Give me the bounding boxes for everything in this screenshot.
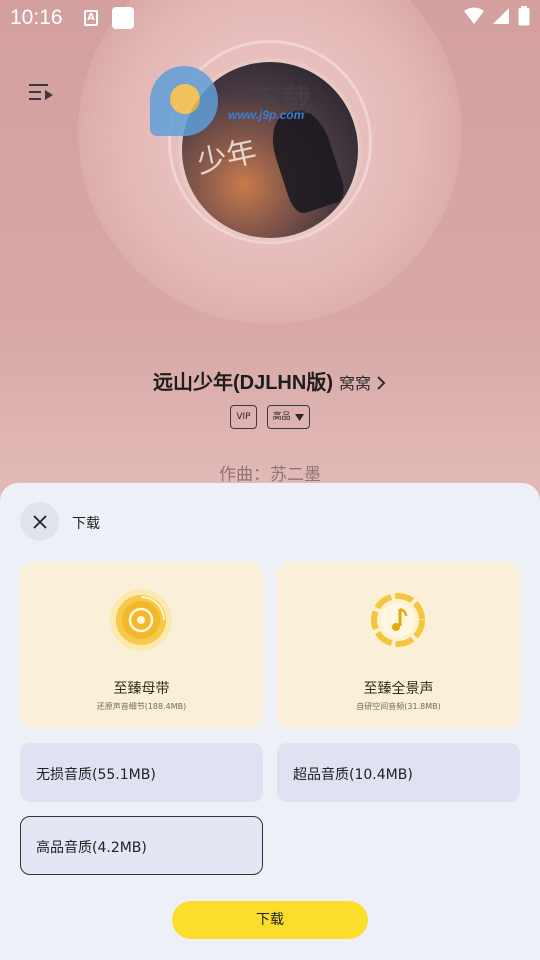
master-tape-subtitle: 还原声音细节(188.4MB) bbox=[96, 702, 187, 711]
status-a-badge: A bbox=[84, 10, 98, 26]
status-notification-icon bbox=[112, 7, 134, 29]
super-quality-option[interactable]: 超品音质(10.4MB) bbox=[277, 743, 520, 802]
quality-label: 高品 bbox=[272, 412, 291, 422]
signal-icon bbox=[493, 8, 509, 24]
download-button[interactable]: 下载 bbox=[172, 901, 368, 939]
super-quality-label: 超品音质(10.4MB) bbox=[293, 767, 413, 783]
surround-subtitle: 自研空间音频(31.8MB) bbox=[356, 702, 441, 711]
watermark-logo-icon bbox=[150, 66, 218, 136]
vip-badge: VIP bbox=[230, 405, 257, 429]
playlist-menu-icon[interactable] bbox=[28, 82, 54, 104]
song-tags: VIP 高品 bbox=[0, 405, 540, 429]
download-sheet: 下载 至臻母带 还原声音细节(188.4MB) 至臻全景声 自研空间音频(31.… bbox=[0, 483, 540, 960]
quality-selector[interactable]: 高品 bbox=[266, 405, 310, 429]
lossless-quality-option[interactable]: 无损音质(55.1MB) bbox=[20, 743, 263, 802]
battery-icon bbox=[518, 6, 530, 26]
song-title-row: 远山少年(DJLHN版) 窝窝 bbox=[0, 366, 540, 395]
caret-down-icon bbox=[294, 413, 304, 421]
surround-music-note-icon bbox=[368, 590, 428, 650]
master-tape-disc-icon bbox=[110, 589, 172, 651]
artist-link[interactable]: 窝窝 bbox=[339, 376, 371, 393]
status-time: 10:16 bbox=[10, 6, 63, 29]
composer-line: 作曲：苏二墨 bbox=[219, 465, 321, 485]
close-button[interactable] bbox=[20, 502, 59, 541]
surround-sound-option[interactable]: 至臻全景声 自研空间音频(31.8MB) bbox=[277, 562, 520, 728]
high-quality-label: 高品音质(4.2MB) bbox=[36, 840, 147, 856]
wifi-icon bbox=[464, 7, 484, 24]
sheet-title: 下载 bbox=[72, 516, 100, 532]
surround-title: 至臻全景声 bbox=[363, 681, 434, 697]
watermark-url: www.j9p.com bbox=[228, 108, 305, 122]
master-tape-title: 至臻母带 bbox=[113, 681, 170, 697]
status-bar: 10:16 A bbox=[0, 0, 540, 36]
watermark: 下载 www.j9p.com bbox=[150, 62, 380, 142]
high-quality-option[interactable]: 高品音质(4.2MB) bbox=[20, 816, 263, 875]
status-right-icons bbox=[464, 6, 530, 26]
song-title: 远山少年(DJLHN版) bbox=[152, 372, 333, 394]
close-icon bbox=[32, 514, 47, 529]
lossless-quality-label: 无损音质(55.1MB) bbox=[36, 767, 156, 783]
chevron-right-icon[interactable] bbox=[375, 376, 387, 390]
master-tape-option[interactable]: 至臻母带 还原声音细节(188.4MB) bbox=[20, 562, 263, 728]
